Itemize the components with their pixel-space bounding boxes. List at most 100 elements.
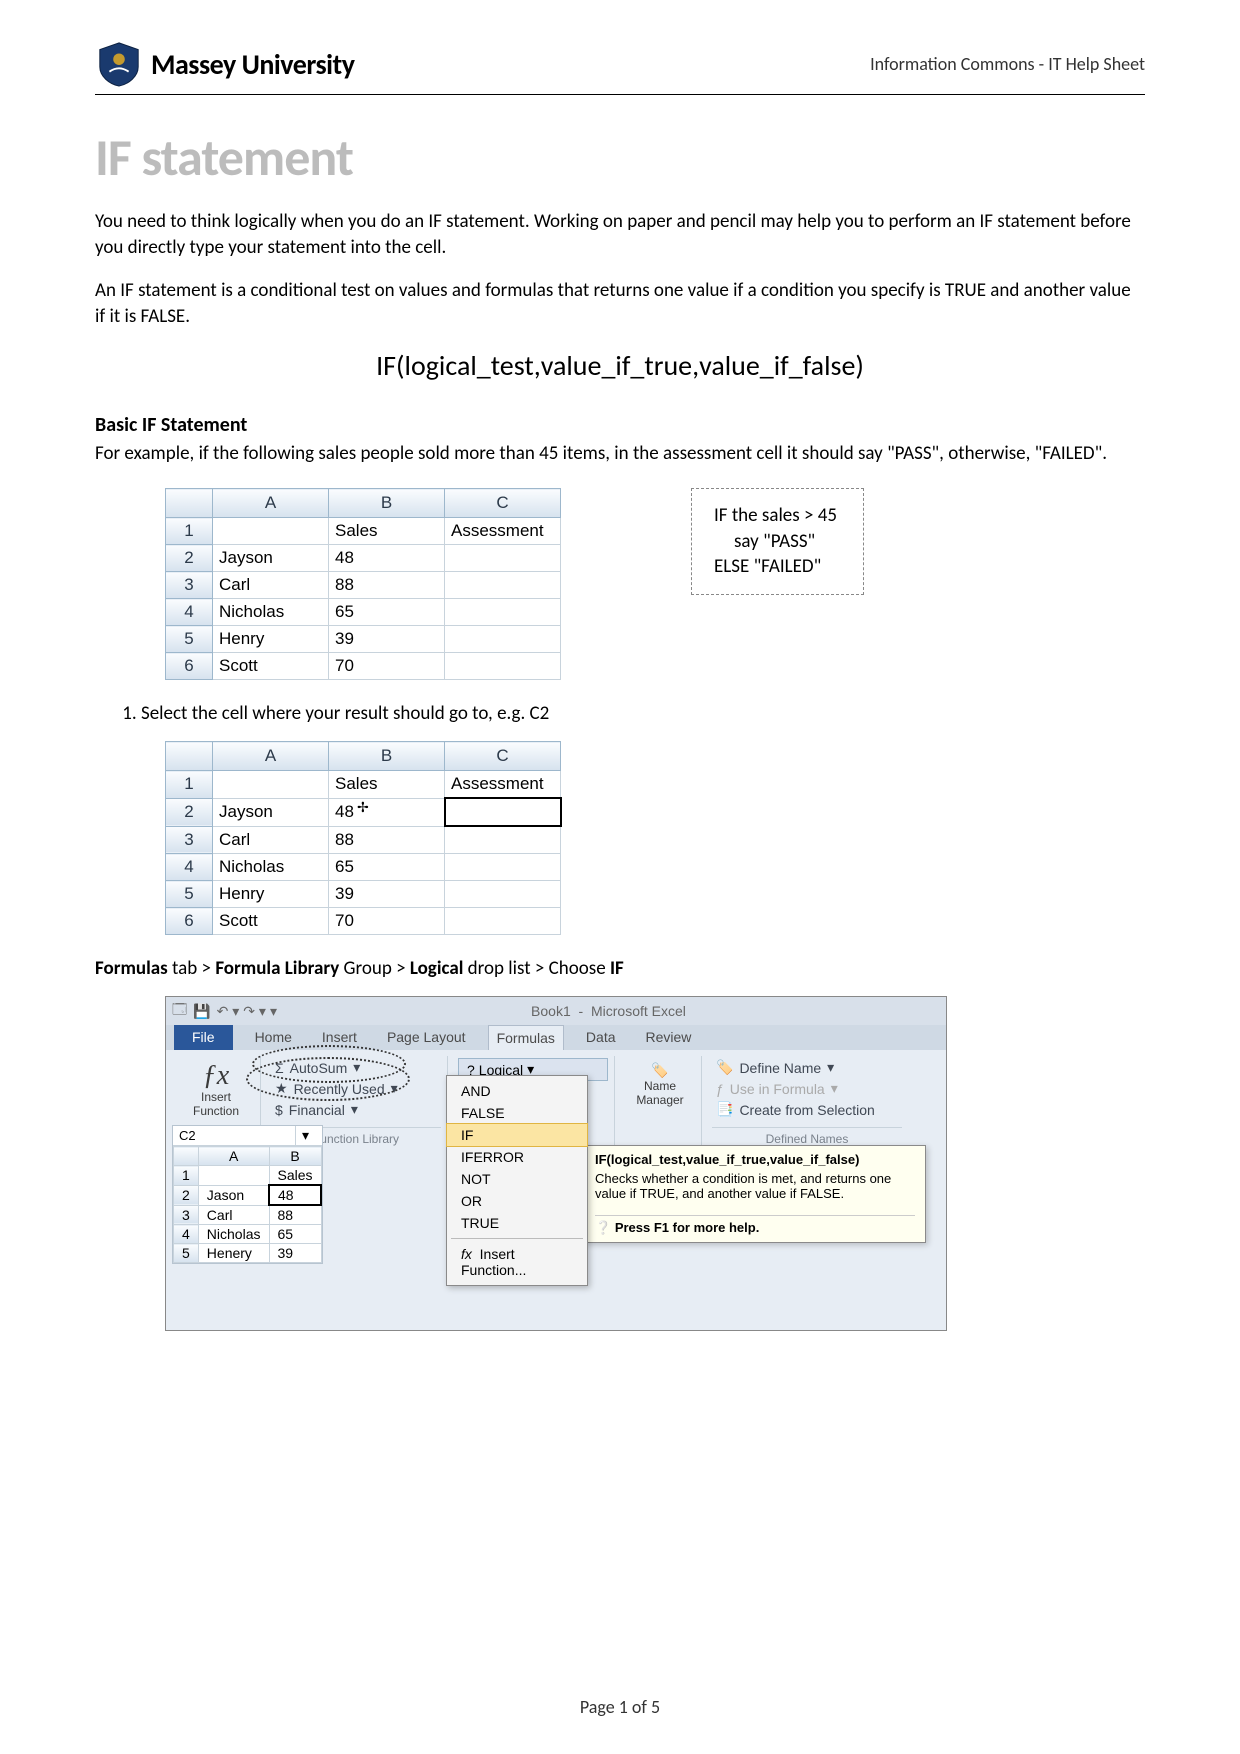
mini-b1: Sales (269, 1166, 321, 1186)
breadcrumb-instruction: Formulas tab > Formula Library Group > L… (95, 957, 1145, 980)
fx-icon: ƒx (203, 1062, 229, 1090)
cell-b1-2: Sales (329, 771, 445, 799)
row-1-hdr: 1 (166, 518, 213, 545)
cell-a1 (213, 518, 329, 545)
header-rule (95, 94, 1145, 95)
dd-not[interactable]: NOT (447, 1168, 587, 1190)
insert-function-button[interactable]: ƒx Insert Function (178, 1058, 254, 1122)
cell-c1: Assessment (445, 518, 561, 545)
corner-cell-2 (166, 742, 213, 771)
row-2-hdr-2: 2 (166, 798, 213, 826)
excel-icon: 🗔 (172, 999, 187, 1023)
cell-a2: Jayson (213, 545, 329, 572)
mini-col-b: B (269, 1147, 321, 1166)
namebox-input[interactable] (173, 1126, 295, 1145)
intro-2: An IF statement is a conditional test on… (95, 278, 1145, 329)
doc-section: Information Commons - IT Help Sheet (870, 53, 1145, 75)
cell-b2-2: 48 (329, 798, 445, 826)
mini-worksheet: ▾ A B 1 Sales 2 Jason 48 (172, 1125, 323, 1264)
cell-a1-2 (213, 771, 329, 799)
col-a-header: A (213, 489, 329, 518)
logical-dropdown: AND FALSE IF IFERROR NOT OR TRUE fx Inse… (446, 1075, 588, 1286)
tab-page-layout[interactable]: Page Layout (379, 1025, 474, 1050)
dd-true[interactable]: TRUE (447, 1212, 587, 1234)
if-tooltip: IF(logical_test,value_if_true,value_if_f… (584, 1145, 926, 1243)
dd-iferror[interactable]: IFERROR (447, 1146, 587, 1168)
financial-label: Financial (289, 1102, 345, 1118)
ribbon-tabs: File Home Insert Page Layout Formulas Da… (166, 1025, 946, 1050)
define-name-button[interactable]: 🏷️ Define Name ▾ (712, 1058, 902, 1077)
cell-a2-2: Jayson (213, 798, 329, 826)
if-syntax: IF(logical_test,value_if_true,value_if_f… (95, 348, 1145, 383)
row-3-hdr-2: 3 (166, 826, 213, 854)
mini-col-a: A (198, 1147, 269, 1166)
cell-b6: 70 (329, 653, 445, 680)
name-manager-button[interactable]: 🏷️ Name Manager (625, 1058, 695, 1111)
defined-names-label: Defined Names (712, 1127, 902, 1146)
name-mgr-label-2: Manager (636, 1093, 683, 1107)
tab-data[interactable]: Data (578, 1025, 624, 1050)
cell-c2-selected[interactable] (445, 798, 561, 826)
row-6-hdr: 6 (166, 653, 213, 680)
fx-small-icon: fx (461, 1246, 472, 1262)
dd-or[interactable]: OR (447, 1190, 587, 1212)
cell-b2: 48 (329, 545, 445, 572)
mini-b5: 39 (269, 1244, 321, 1263)
mini-r5: 5 (174, 1244, 199, 1263)
qat-redo-icon[interactable]: ↷ ▾ (239, 1003, 270, 1020)
row-5-hdr: 5 (166, 626, 213, 653)
cell-a6: Scott (213, 653, 329, 680)
mini-b2-selected[interactable]: 48 (269, 1185, 321, 1205)
row-6-hdr-2: 6 (166, 908, 213, 935)
cell-a3-2: Carl (213, 826, 329, 854)
tab-formulas[interactable]: Formulas (488, 1025, 564, 1050)
dd-false[interactable]: FALSE (447, 1102, 587, 1124)
cell-c1-2: Assessment (445, 771, 561, 799)
namebox-dropdown-icon[interactable]: ▾ (295, 1126, 315, 1145)
cell-c6 (445, 653, 561, 680)
mini-a2: Jason (198, 1185, 269, 1205)
callout-line-3: ELSE "FAILED" (714, 554, 837, 580)
logo: Massey University (95, 40, 354, 88)
titlebar: 🗔 💾 ↶ ▾ ↷ ▾ ▾ Book1 - Microsoft Excel (166, 997, 946, 1025)
dd-if[interactable]: IF (446, 1123, 588, 1147)
cell-c5-2 (445, 881, 561, 908)
mini-a1 (198, 1166, 269, 1186)
cell-b4: 65 (329, 599, 445, 626)
cell-a4-2: Nicholas (213, 854, 329, 881)
corner-cell (166, 489, 213, 518)
bc-s3: drop list > Choose (463, 957, 610, 980)
cell-c3 (445, 572, 561, 599)
intro-1: You need to think logically when you do … (95, 209, 1145, 260)
qat-undo-icon[interactable]: ↶ ▾ (217, 1003, 240, 1020)
use-in-formula-button[interactable]: ƒ Use in Formula ▾ (712, 1079, 902, 1098)
page-footer: Page 1 of 5 (0, 1696, 1240, 1718)
financial-button[interactable]: $ Financial ▾ (271, 1100, 441, 1119)
mini-r3: 3 (174, 1205, 199, 1225)
highlight-circle-recent (246, 1057, 410, 1101)
cell-c3-2 (445, 826, 561, 854)
create-from-selection-label: Create from Selection (739, 1102, 874, 1118)
row-1-hdr-2: 1 (166, 771, 213, 799)
qat-custom-icon[interactable]: ▾ (270, 1003, 277, 1020)
cell-c4 (445, 599, 561, 626)
dd-insert-function[interactable]: fx Insert Function... (447, 1243, 587, 1281)
shield-icon (95, 40, 143, 88)
excel-ribbon-screenshot: 🗔 💾 ↶ ▾ ↷ ▾ ▾ Book1 - Microsoft Excel Fi… (165, 996, 947, 1331)
qat-save-icon[interactable]: 💾 (187, 1003, 216, 1020)
step-1: Select the cell where your result should… (141, 702, 1145, 725)
cell-c2 (445, 545, 561, 572)
cell-a5: Henry (213, 626, 329, 653)
cell-b4-2: 65 (329, 854, 445, 881)
tab-review[interactable]: Review (638, 1025, 700, 1050)
mini-r4: 4 (174, 1225, 199, 1244)
mini-r1: 1 (174, 1166, 199, 1186)
tab-file[interactable]: File (174, 1025, 233, 1050)
row-3-hdr: 3 (166, 572, 213, 599)
col-c-header-2: C (445, 742, 561, 771)
dd-and[interactable]: AND (447, 1080, 587, 1102)
create-from-selection-button[interactable]: 📑 Create from Selection (712, 1100, 902, 1119)
page-title: IF statement (95, 125, 1145, 189)
row-2-hdr: 2 (166, 545, 213, 572)
cell-a3: Carl (213, 572, 329, 599)
